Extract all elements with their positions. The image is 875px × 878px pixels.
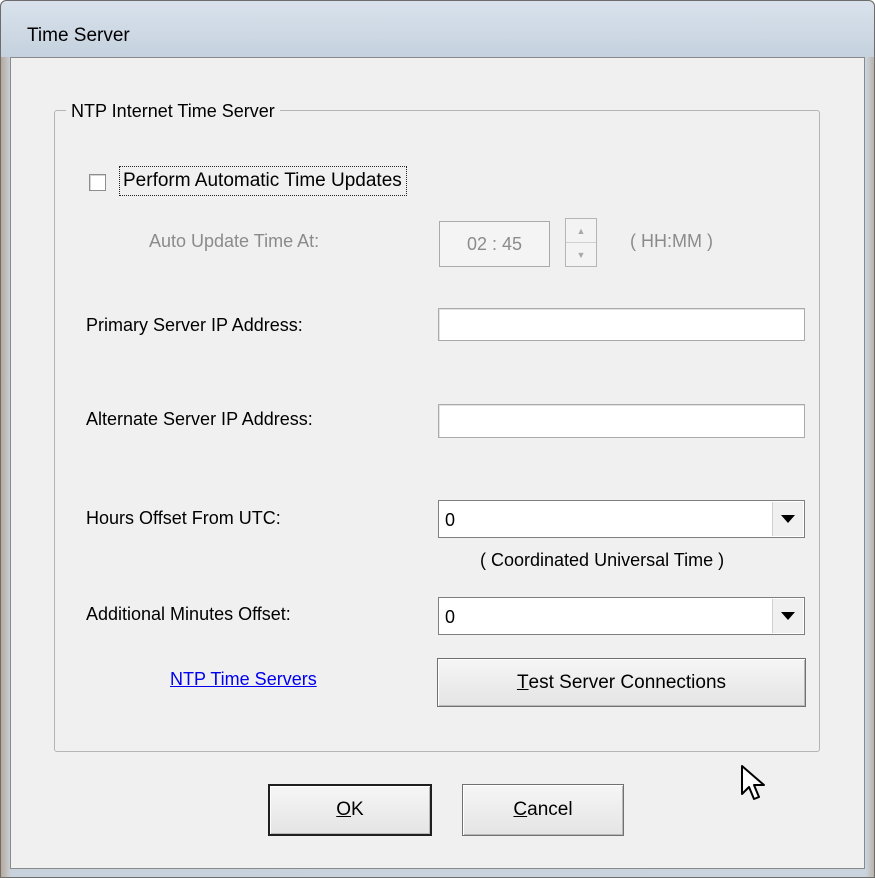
ok-button-label: K [351,799,364,820]
cancel-button[interactable]: Cancel [462,784,624,836]
minutes-offset-value: 0 [445,607,456,627]
ok-button-mnemonic: O [336,799,352,820]
test-server-connections-button[interactable]: Test Server Connections [437,658,806,707]
ntp-time-servers-link[interactable]: NTP Time Servers [170,669,317,690]
title-bar[interactable]: Time Server [1,1,874,57]
test-button-label: est Server Connections [528,671,727,693]
auto-update-checkbox[interactable] [89,174,106,191]
hours-offset-label: Hours Offset From UTC: [86,508,281,528]
auto-update-time-label: Auto Update Time At: [149,231,320,251]
hours-offset-select[interactable]: 0 [438,500,805,538]
auto-update-time-value: 02 : 45 [466,233,523,254]
auto-update-checkbox-label[interactable]: Perform Automatic Time Updates [119,166,407,196]
test-button-mnemonic: T [516,671,529,693]
primary-server-label: Primary Server IP Address: [86,315,303,335]
mouse-pointer-icon [741,765,765,800]
cancel-button-label: ancel [527,799,573,820]
hours-offset-value: 0 [445,510,456,530]
minutes-offset-label: Additional Minutes Offset: [86,604,291,624]
utc-note: ( Coordinated Universal Time ) [480,550,725,570]
alternate-server-label: Alternate Server IP Address: [86,409,313,429]
primary-server-input[interactable] [438,308,805,341]
ok-button[interactable]: OK [268,784,432,836]
hours-offset-dropdown-arrow-icon[interactable] [772,502,803,536]
spin-up-arrow-icon[interactable]: ▲ [566,219,596,243]
alternate-server-input[interactable] [438,404,805,438]
spin-down-arrow-icon[interactable]: ▼ [566,243,596,266]
minutes-offset-select[interactable]: 0 [438,597,805,635]
time-format-hint: ( HH:MM ) [630,231,713,251]
window-title: Time Server [27,25,130,46]
minutes-offset-dropdown-arrow-icon[interactable] [772,599,803,633]
cancel-button-mnemonic: C [513,799,528,820]
group-box-title: NTP Internet Time Server [66,101,280,122]
time-spinner[interactable]: ▲ ▼ [565,218,597,267]
auto-update-time-field[interactable]: 02 : 45 [439,221,550,267]
